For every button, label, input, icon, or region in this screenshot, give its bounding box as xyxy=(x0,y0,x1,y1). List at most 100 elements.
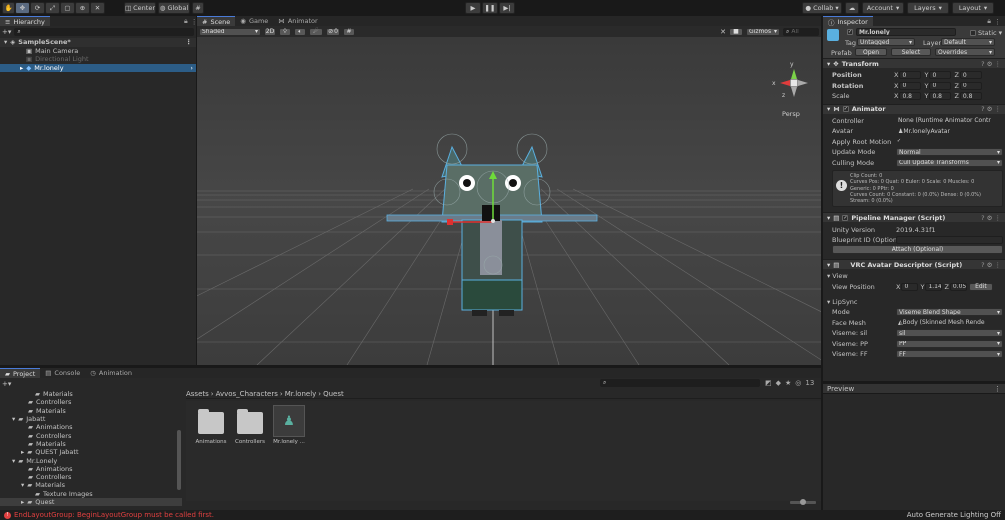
component-menu-icon[interactable]: ? ⚙ ⋮ xyxy=(981,261,1001,269)
tag-dropdown[interactable]: Untagged ▾ xyxy=(857,38,915,46)
hidden-packages-icon[interactable]: ◎ xyxy=(795,379,801,387)
lipsync-foldout[interactable]: ▾ LipSync xyxy=(827,297,1003,307)
rotation-x-field[interactable]: 0 xyxy=(899,81,922,90)
filter-label-icon[interactable]: ◆ xyxy=(776,379,781,387)
scene-search-input[interactable]: ⌕ All xyxy=(783,27,819,36)
console-error-message[interactable]: ! EndLayoutGroup: BeginLayoutGroup must … xyxy=(4,511,214,519)
attach-button[interactable]: Attach (Optional) xyxy=(832,245,1003,255)
hierarchy-search-input[interactable]: ⌕ xyxy=(14,27,194,36)
tab-scene[interactable]: # Scene xyxy=(197,16,236,26)
tab-animator[interactable]: ⋈ Animator xyxy=(273,16,322,26)
2d-toggle[interactable]: 2D xyxy=(264,27,276,36)
face-mesh-field[interactable]: ◭ Body (Skinned Mesh Rende xyxy=(896,319,1003,327)
custom-tool-button[interactable]: ✕ xyxy=(90,2,105,14)
tree-item[interactable]: ▰ Controllers xyxy=(0,431,182,440)
lighting-toggle[interactable]: 💡︎ xyxy=(279,27,291,36)
layout-dropdown[interactable]: Layout ▾ xyxy=(952,2,994,14)
update-mode-dropdown[interactable]: Normal ▾ xyxy=(896,148,1003,157)
account-dropdown[interactable]: Account ▾ xyxy=(862,2,904,14)
tree-item[interactable]: ▾ ▰ Jabatt xyxy=(0,415,182,423)
snap-button[interactable]: # xyxy=(192,2,204,14)
hierarchy-item[interactable]: ▣ Directional Light xyxy=(0,55,196,64)
rotation-z-field[interactable]: 0 xyxy=(959,81,982,90)
hand-tool-button[interactable]: ✋ xyxy=(2,2,15,14)
controller-field[interactable]: None (Runtime Animator Contr xyxy=(896,117,1003,125)
scale-x-field[interactable]: 0.8 xyxy=(899,92,922,101)
position-y-field[interactable]: 0 xyxy=(929,71,952,80)
animator-header[interactable]: ▾ ⋈ ✓ Animator ? ⚙ ⋮ xyxy=(823,103,1005,114)
view-x-field[interactable]: 0 xyxy=(901,282,919,291)
component-menu-icon[interactable]: ? ⚙ ⋮ xyxy=(981,60,1001,68)
asset-item[interactable]: ♟ Mr.lonely ... xyxy=(272,405,306,445)
viseme-pp-dropdown[interactable]: PP ▾ xyxy=(896,339,1003,348)
rotate-tool-button[interactable]: ⟳ xyxy=(30,2,45,14)
static-toggle[interactable]: Static ▾ xyxy=(970,29,1002,37)
tree-item[interactable]: ▾ ▰ Materials xyxy=(0,481,182,489)
persp-label[interactable]: Persp xyxy=(782,110,800,118)
tab-inspector[interactable]: ⓘ Inspector xyxy=(823,16,873,27)
preview-bar[interactable]: Preview ⋮ xyxy=(823,383,1005,393)
pivot-center-button[interactable]: ◫ Center xyxy=(124,2,156,14)
tree-item[interactable]: ▸ ▰ QUEST Jabatt xyxy=(0,448,182,456)
transform-tool-button[interactable]: ⊕ xyxy=(75,2,90,14)
view-z-field[interactable]: 0.05 xyxy=(949,282,967,291)
view-edit-button[interactable]: Edit xyxy=(968,282,993,291)
tree-item-selected[interactable]: ▸ ▰ Quest xyxy=(0,497,182,507)
tab-game[interactable]: ◉ Game xyxy=(235,16,273,26)
prefab-select-button[interactable]: Select xyxy=(891,48,931,56)
scene-viewport[interactable]: y x z Persp xyxy=(197,37,821,365)
menu-icon[interactable]: ⋮ xyxy=(994,18,1001,26)
transform-header[interactable]: ▾ ✥ Transform ? ⚙ ⋮ xyxy=(823,58,1005,68)
lipsync-mode-dropdown[interactable]: Viseme Blend Shape ▾ xyxy=(896,308,1003,317)
active-checkbox[interactable]: ✓ xyxy=(847,29,853,35)
breadcrumb-item[interactable]: Quest xyxy=(323,390,344,398)
layers-dropdown[interactable]: Layers ▾ xyxy=(907,2,949,14)
collab-dropdown[interactable]: ● Collab ▾ xyxy=(802,2,842,14)
camera-dropdown[interactable]: ■ xyxy=(729,27,743,36)
filter-type-icon[interactable]: ◩ xyxy=(765,379,772,387)
lighting-status[interactable]: Auto Generate Lighting Off xyxy=(907,511,1001,519)
tree-item[interactable]: ▰ Materials xyxy=(0,407,182,415)
gizmos-dropdown[interactable]: Gizmos ▾ xyxy=(746,27,780,36)
step-button[interactable]: ▶| xyxy=(499,2,515,14)
grid-toggle[interactable]: # xyxy=(343,27,355,36)
tree-item[interactable]: ▰ Texture Images xyxy=(0,490,182,498)
avatar-field[interactable]: ♟ Mr.lonelyAvatar xyxy=(896,127,1003,135)
tree-item[interactable]: ▰ Materials xyxy=(0,440,182,448)
tab-hierarchy[interactable]: ≡ Hierarchy xyxy=(0,16,50,26)
component-menu-icon[interactable]: ? ⚙ ⋮ xyxy=(981,214,1001,222)
project-search-input[interactable]: ⌕ xyxy=(600,379,760,387)
viseme-ff-dropdown[interactable]: FF ▾ xyxy=(896,350,1003,359)
breadcrumb-item[interactable]: Assets xyxy=(186,390,209,398)
hierarchy-item[interactable]: ▣ Main Camera xyxy=(0,47,196,56)
object-name-input[interactable]: Mr.lonely xyxy=(856,28,956,36)
lock-icon[interactable]: 🔒︎ xyxy=(184,17,188,26)
breadcrumb-item[interactable]: Mr.lonely xyxy=(285,390,317,398)
scale-z-field[interactable]: 0.8 xyxy=(959,92,982,101)
view-y-field[interactable]: 1.14 xyxy=(925,282,943,291)
animator-enabled-checkbox[interactable]: ✓ xyxy=(842,106,849,112)
chevron-right-icon[interactable]: › xyxy=(190,64,193,72)
cloud-button[interactable]: ☁ xyxy=(845,2,859,14)
root-motion-checkbox[interactable]: ✓ xyxy=(896,138,902,145)
play-button[interactable]: ▶ xyxy=(465,2,481,14)
menu-icon[interactable]: ⋮ xyxy=(186,38,193,46)
culling-mode-dropdown[interactable]: Cull Update Transforms ▾ xyxy=(896,158,1003,167)
lock-icon[interactable]: 🔒︎ xyxy=(987,17,991,26)
breadcrumb-item[interactable]: Avvos_Characters xyxy=(216,390,278,398)
component-menu-icon[interactable]: ? ⚙ ⋮ xyxy=(981,105,1001,113)
tree-item[interactable]: ▰ Controllers xyxy=(0,473,182,481)
effects-dropdown[interactable]: ☄ xyxy=(309,27,323,36)
add-icon[interactable]: +▾ xyxy=(2,28,11,36)
audio-toggle[interactable]: 🔈︎ xyxy=(294,27,306,36)
hidden-objects-toggle[interactable]: ⊘ 0 xyxy=(326,27,340,36)
viseme-sil-dropdown[interactable]: sil ▾ xyxy=(896,329,1003,338)
tree-scrollbar[interactable] xyxy=(177,430,181,490)
tree-item[interactable]: ▰ Animations xyxy=(0,423,182,431)
tab-project[interactable]: ▰ Project xyxy=(0,368,41,378)
scale-y-field[interactable]: 0.8 xyxy=(929,92,952,101)
position-x-field[interactable]: 0 xyxy=(899,71,922,80)
tab-animation[interactable]: ◷ Animation xyxy=(85,368,137,378)
icon-size-slider[interactable] xyxy=(790,499,816,505)
tree-item[interactable]: ▰ Controllers xyxy=(0,398,182,406)
